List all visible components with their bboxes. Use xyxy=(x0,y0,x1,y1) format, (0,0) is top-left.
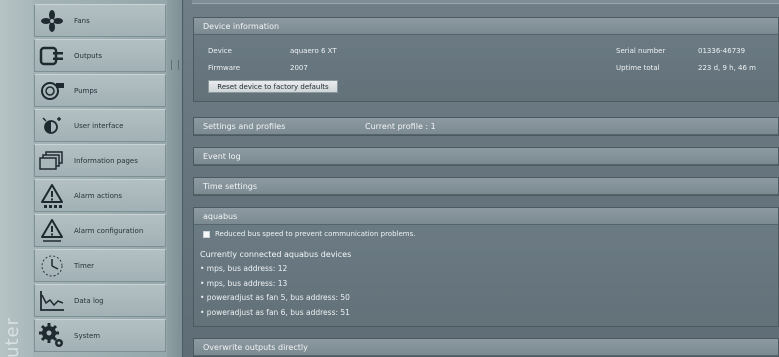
gears-icon xyxy=(35,320,69,351)
scroll-grip xyxy=(171,60,179,70)
device-information-panel: Device information Device aquaero 6 XT F… xyxy=(193,17,779,102)
reduced-bus-speed-label: Reduced bus speed to prevent communicati… xyxy=(215,230,416,238)
sidebar-item-label: Outputs xyxy=(74,51,102,60)
sidebar: uter Fans Outputs Pumps User interface I… xyxy=(0,0,183,357)
main-content: Device information Device aquaero 6 XT F… xyxy=(184,0,779,357)
firmware-value: 2007 xyxy=(290,64,308,72)
device-label: Device xyxy=(208,47,232,55)
sidebar-item-fans[interactable]: Fans xyxy=(34,4,166,37)
device-value: aquaero 6 XT xyxy=(290,47,337,55)
sidebar-item-outputs[interactable]: Outputs xyxy=(34,39,166,72)
current-profile-label: Current profile : 1 xyxy=(365,122,436,131)
warning-config-icon xyxy=(35,215,69,246)
serial-number-value: 01336-46739 xyxy=(698,47,746,55)
uptime-label: Uptime total xyxy=(616,64,660,72)
sidebar-item-label: User interface xyxy=(74,121,124,130)
brightness-icon xyxy=(35,110,69,141)
top-divider xyxy=(192,0,779,4)
sidebar-item-label: Data log xyxy=(74,296,104,305)
overwrite-outputs-panel[interactable]: Overwrite outputs directly xyxy=(193,338,779,357)
sidebar-item-label: Fans xyxy=(74,16,90,25)
list-item: • poweradjust as fan 5, bus address: 50 xyxy=(200,293,350,302)
reduced-bus-speed-checkbox[interactable] xyxy=(203,230,210,238)
pump-icon xyxy=(35,75,69,106)
sidebar-item-alarm-actions[interactable]: Alarm actions xyxy=(34,179,166,212)
sidebar-item-user-interface[interactable]: User interface xyxy=(34,109,166,142)
sidebar-item-pumps[interactable]: Pumps xyxy=(34,74,166,107)
list-item: • mps, bus address: 12 xyxy=(200,264,288,273)
settings-profiles-panel[interactable]: Settings and profiles Current profile : … xyxy=(193,117,779,136)
plug-icon xyxy=(35,40,69,71)
time-settings-header[interactable]: Time settings xyxy=(194,178,778,195)
sidebar-vertical-label: uter xyxy=(2,317,23,357)
reduced-bus-speed-row[interactable]: Reduced bus speed to prevent communicati… xyxy=(203,230,415,238)
overwrite-outputs-header[interactable]: Overwrite outputs directly xyxy=(194,339,778,356)
aquabus-header[interactable]: aquabus xyxy=(194,208,778,225)
connected-devices-list: • mps, bus address: 12 • mps, bus addres… xyxy=(200,264,350,322)
fan-icon xyxy=(35,5,69,36)
sidebar-item-label: Information pages xyxy=(74,156,138,165)
sidebar-item-alarm-configuration[interactable]: Alarm configuration xyxy=(34,214,166,247)
sidebar-scrollbar[interactable] xyxy=(167,0,182,357)
device-information-header[interactable]: Device information xyxy=(194,18,778,35)
event-log-header[interactable]: Event log xyxy=(194,148,778,165)
sidebar-item-data-log[interactable]: Data log xyxy=(34,284,166,317)
list-item: • poweradjust as fan 6, bus address: 51 xyxy=(200,307,350,317)
sidebar-edge xyxy=(0,0,33,357)
settings-profiles-header[interactable]: Settings and profiles Current profile : … xyxy=(194,118,778,135)
sidebar-item-label: Timer xyxy=(74,261,95,270)
pages-icon xyxy=(35,145,69,176)
sidebar-item-label: Alarm actions xyxy=(74,191,123,200)
firmware-label: Firmware xyxy=(208,64,241,72)
time-settings-panel[interactable]: Time settings xyxy=(193,177,779,196)
list-item: • mps, bus address: 13 xyxy=(200,278,288,288)
chart-icon xyxy=(35,285,69,316)
event-log-panel[interactable]: Event log xyxy=(193,147,779,166)
settings-profiles-title: Settings and profiles xyxy=(203,122,286,131)
sidebar-item-information-pages[interactable]: Information pages xyxy=(34,144,166,177)
reset-factory-defaults-button[interactable]: Reset device to factory defaults xyxy=(208,80,338,93)
sidebar-item-system[interactable]: System xyxy=(34,319,166,352)
sidebar-item-label: Pumps xyxy=(74,86,98,95)
uptime-value: 223 d, 9 h, 46 m xyxy=(698,64,756,72)
sidebar-item-label: Alarm configuration xyxy=(74,226,144,235)
connected-devices-title: Currently connected aquabus devices xyxy=(200,250,352,259)
warning-icon xyxy=(35,180,69,211)
sidebar-item-label: System xyxy=(74,331,101,340)
sidebar-item-timer[interactable]: Timer xyxy=(34,249,166,282)
clock-icon xyxy=(35,250,69,281)
serial-number-label: Serial number xyxy=(616,47,666,55)
